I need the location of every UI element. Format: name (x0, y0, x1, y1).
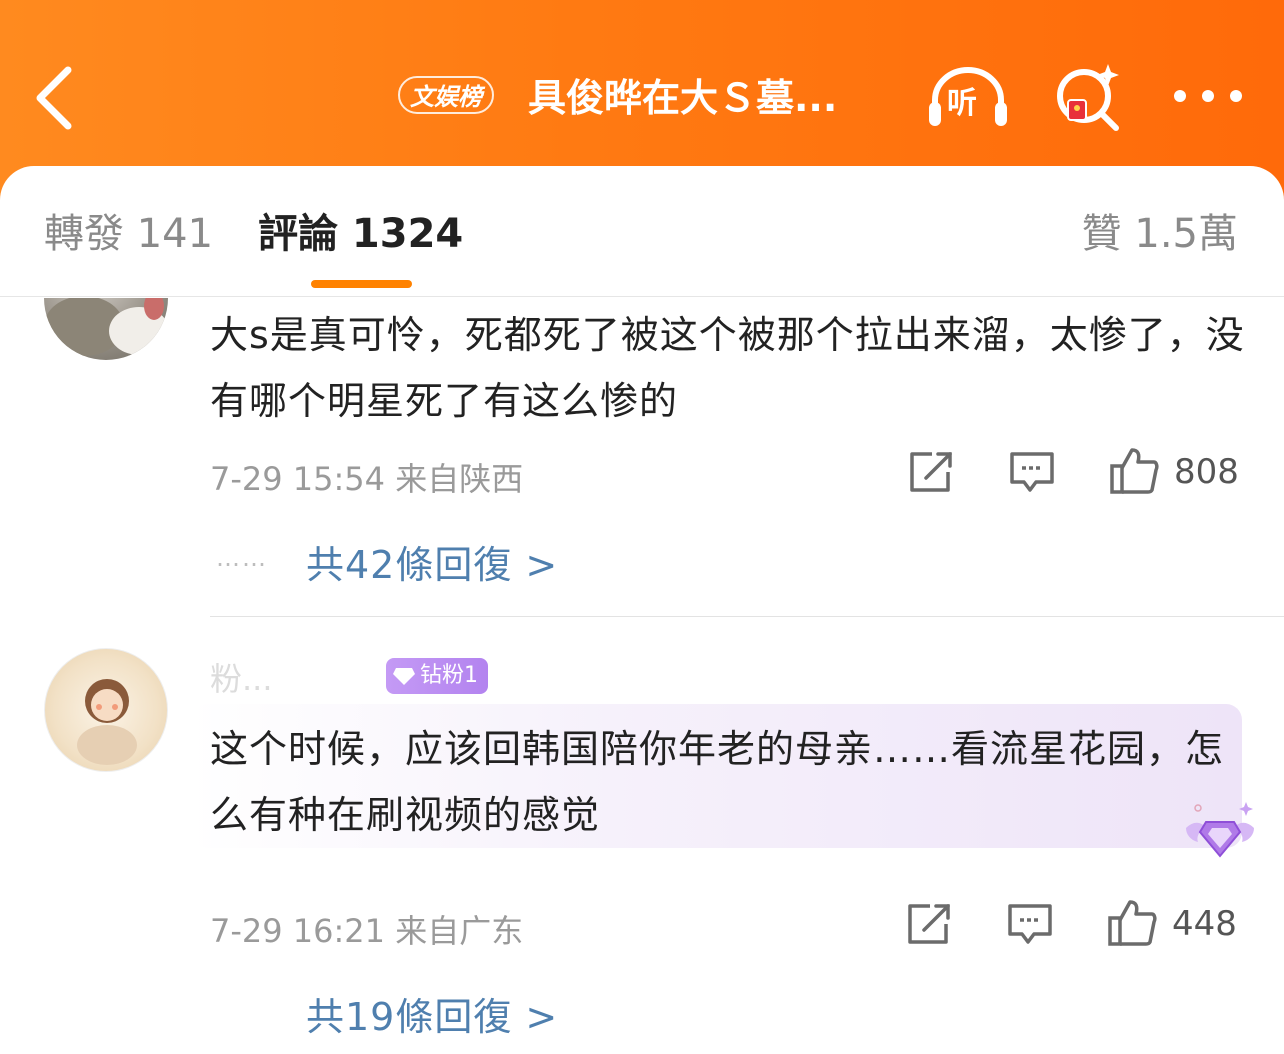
comment-list: 大s是真可怜，死都死了被这个被那个拉出来溜，太惨了，没有哪个明星死了有这么惨的 … (0, 298, 1284, 1054)
diamond-fan-decoration (1180, 798, 1260, 864)
search-button[interactable] (1054, 60, 1124, 132)
avatar[interactable] (44, 648, 168, 772)
fan-badge-label: 钻粉1 (420, 663, 478, 688)
view-replies-link[interactable]: 共42條回復 > (306, 534, 558, 589)
winged-diamond-icon (1186, 802, 1254, 858)
fan-level-badge: 钻粉1 (386, 658, 488, 694)
like-count: 448 (1172, 904, 1237, 944)
back-button[interactable] (30, 62, 90, 132)
thumbs-up-icon (1110, 448, 1159, 494)
listen-button[interactable]: 听 (925, 64, 1011, 130)
comment-meta: 7-29 16:21 来自广东 (210, 912, 524, 950)
more-button[interactable] (1170, 80, 1246, 112)
search-sparkle-icon (1057, 64, 1119, 131)
active-tab-indicator (311, 280, 412, 288)
username[interactable]: 粉... (210, 654, 273, 700)
tab-divider (0, 296, 1284, 297)
repost-icon (910, 452, 952, 492)
comment-separator (210, 616, 1284, 617)
comment-text: 这个时候，应该回韩国陪你年老的母亲……看流星花园，怎么有种在刷视频的感觉 (210, 727, 1225, 837)
like-button[interactable] (1106, 898, 1158, 952)
reply-button[interactable] (1008, 450, 1056, 498)
view-replies-link[interactable]: 共19條回復 > (306, 986, 558, 1041)
repost-icon (908, 904, 950, 944)
more-dots-icon (1174, 90, 1242, 102)
page-title: 具俊晔在大Ｓ墓... (528, 76, 838, 120)
comment-meta: 7-29 15:54 来自陕西 (210, 460, 524, 498)
like-count: 808 (1174, 452, 1239, 492)
repost-button[interactable] (906, 450, 954, 498)
comment-icon (1008, 904, 1052, 944)
thumbs-up-icon (1108, 900, 1157, 946)
diamond-icon (393, 668, 415, 685)
listen-label: 听 (947, 86, 977, 121)
tab-repost[interactable]: 轉發 141 (44, 206, 213, 262)
comment-text: 大s是真可怜，死都死了被这个被那个拉出来溜，太惨了，没有哪个明星死了有这么惨的 (210, 313, 1245, 423)
avatar[interactable] (44, 298, 168, 360)
reply-button[interactable] (1006, 902, 1054, 950)
tab-comment[interactable]: 評論 1324 (258, 206, 463, 262)
tab-like[interactable]: 贊 1.5萬 (1082, 206, 1238, 262)
like-button[interactable] (1108, 446, 1160, 500)
chevron-left-icon (36, 66, 72, 130)
entertainment-rank-badge[interactable]: 文娱榜 (398, 76, 494, 114)
girl-avatar-image (77, 679, 137, 765)
comment-icon (1010, 452, 1054, 492)
repost-button[interactable] (904, 902, 952, 950)
cat-avatar-image (44, 298, 168, 356)
reply-dots: …… (216, 544, 268, 572)
